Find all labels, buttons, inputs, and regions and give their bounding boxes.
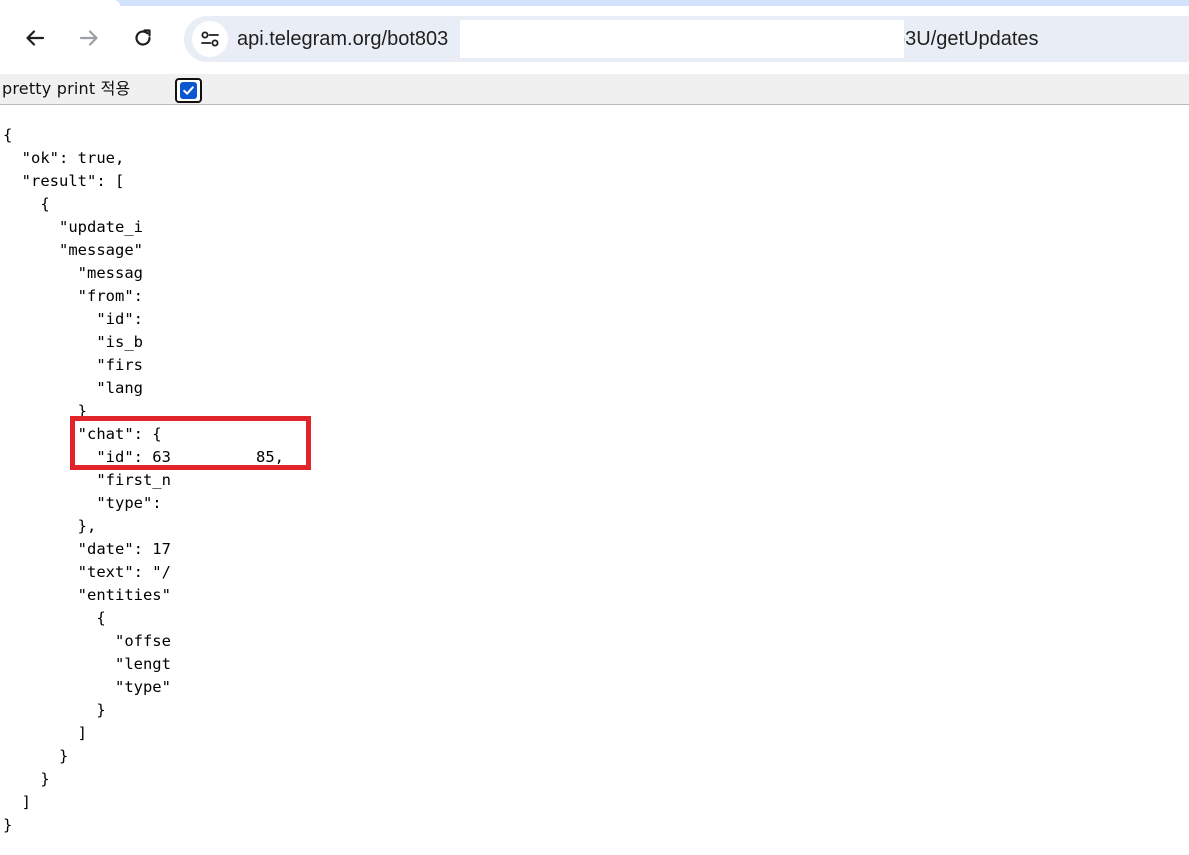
json-line: {: [3, 609, 106, 627]
address-bar[interactable]: api.telegram.org/bot803 b3U/getUpdates: [184, 16, 1189, 62]
json-line: ]: [3, 793, 31, 811]
pretty-print-label: pretty print 적용: [2, 79, 131, 98]
json-line: "message": [3, 241, 143, 259]
json-line: "type":: [3, 494, 162, 512]
arrow-left-icon: [26, 30, 45, 46]
json-line: }: [3, 701, 106, 719]
json-line: "ok": true,: [3, 149, 125, 167]
json-line: "is_b: [3, 333, 143, 351]
browser-toolbar: api.telegram.org/bot803 b3U/getUpdates: [0, 6, 1189, 72]
back-button[interactable]: [17, 20, 53, 56]
json-line: "update_i: [3, 218, 143, 236]
json-line: "from":: [3, 287, 143, 305]
url-redaction: [460, 20, 904, 58]
json-line: "lengt: [3, 655, 171, 673]
json-line: "offse: [3, 632, 171, 650]
json-line: },: [3, 517, 97, 535]
chat-highlight-box: [70, 416, 311, 470]
json-line: "firs: [3, 356, 143, 374]
json-line: }: [3, 770, 50, 788]
json-line: "lang: [3, 379, 143, 397]
pretty-print-bar: pretty print 적용: [0, 74, 1189, 105]
checkbox-checked-fill: [180, 82, 197, 99]
url-text-prefix[interactable]: api.telegram.org/bot803: [237, 28, 448, 50]
json-line: "messag: [3, 264, 143, 282]
json-line: }: [3, 747, 69, 765]
json-line: {: [3, 126, 13, 144]
json-line: ]: [3, 724, 87, 742]
arrow-right-icon: [79, 30, 98, 46]
json-line: {: [3, 195, 50, 213]
site-info-button[interactable]: [192, 21, 228, 57]
json-line: "type": [3, 678, 171, 696]
json-line: "date": 17: [3, 540, 171, 558]
tune-icon: [201, 31, 219, 47]
url-text-suffix[interactable]: b3U/getUpdates: [894, 28, 1039, 50]
pretty-print-checkbox[interactable]: [175, 78, 202, 103]
json-line: "text": "/: [3, 563, 171, 581]
json-line: "first_n: [3, 471, 171, 489]
forward-button[interactable]: [71, 20, 107, 56]
json-line: "entities": [3, 586, 171, 604]
json-line: "id":: [3, 310, 143, 328]
reload-button[interactable]: [125, 20, 161, 56]
json-line: "result": [: [3, 172, 125, 190]
json-line: }: [3, 816, 13, 834]
checkmark-icon: [183, 86, 194, 95]
json-viewer: { "ok": true, "result": [ { "update_i "m…: [3, 124, 1183, 844]
reload-icon: [135, 29, 151, 46]
